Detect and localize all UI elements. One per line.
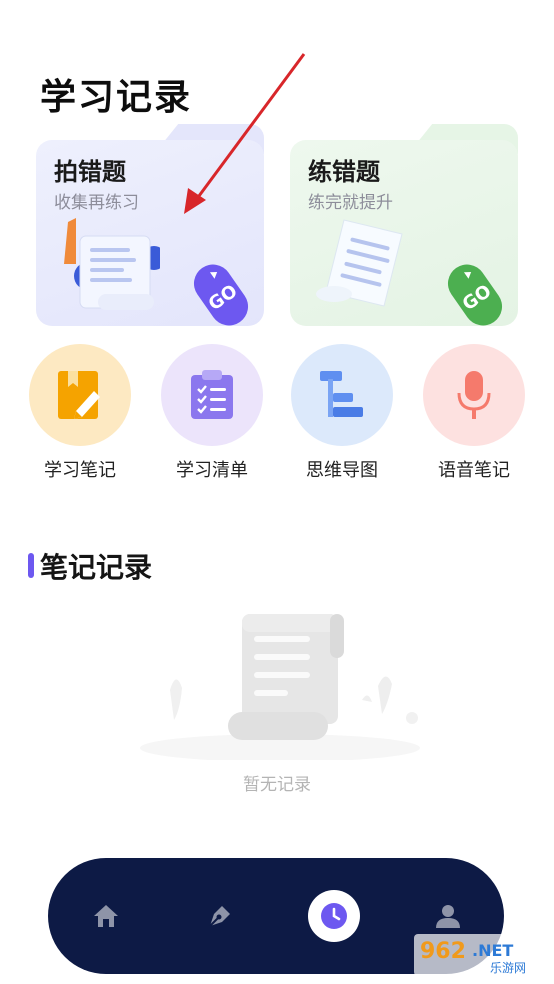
- tool-label: 学习笔记: [44, 460, 116, 481]
- home-icon: [94, 905, 118, 927]
- notebook-pen-icon: [29, 344, 131, 446]
- microphone-icon: [423, 344, 525, 446]
- empty-state-text: 暂无记录: [243, 775, 311, 795]
- section-accent-bar: [28, 553, 34, 578]
- tool-label: 学习清单: [176, 460, 248, 481]
- empty-document-icon: [140, 614, 420, 760]
- tool-label: 思维导图: [306, 460, 378, 481]
- clipboard-checklist-icon: [161, 344, 263, 446]
- site-watermark-logo: 962 .NET 乐游网: [414, 934, 548, 976]
- card-title: 练错题: [308, 158, 380, 186]
- clock-icon: [321, 903, 347, 929]
- tool-study-notes[interactable]: 学习笔记: [28, 344, 132, 482]
- mind-map-icon: [291, 344, 393, 446]
- svg-text:乐游网: 乐游网: [490, 961, 526, 975]
- notes-section-title: 笔记记录: [40, 551, 153, 584]
- svg-text:962: 962: [420, 939, 466, 964]
- svg-text:.NET: .NET: [472, 941, 513, 960]
- page-title: 学习记录: [40, 77, 193, 118]
- scroll-paper-icon: [316, 219, 403, 307]
- document-scroll-icon: [64, 218, 160, 310]
- pen-nib-icon: [209, 906, 230, 927]
- nav-home[interactable]: [66, 858, 146, 974]
- card-subtitle: 练完就提升: [308, 193, 393, 213]
- capture-mistakes-card[interactable]: 拍错题 收集再练习 GO: [36, 124, 264, 326]
- card-subtitle: 收集再练习: [54, 193, 139, 213]
- card-title: 拍错题: [54, 158, 126, 186]
- practice-mistakes-card[interactable]: 练错题 练完就提升 GO: [290, 124, 518, 326]
- tool-voice-notes[interactable]: 语音笔记: [422, 344, 526, 482]
- tool-mind-map[interactable]: 思维导图: [290, 344, 394, 482]
- go-button[interactable]: GO: [446, 260, 504, 330]
- user-icon: [436, 905, 460, 928]
- tool-study-checklist[interactable]: 学习清单: [160, 344, 264, 482]
- nav-notes[interactable]: [180, 858, 260, 974]
- go-button[interactable]: GO: [192, 260, 250, 330]
- nav-records[interactable]: [294, 858, 374, 974]
- tool-label: 语音笔记: [438, 460, 510, 481]
